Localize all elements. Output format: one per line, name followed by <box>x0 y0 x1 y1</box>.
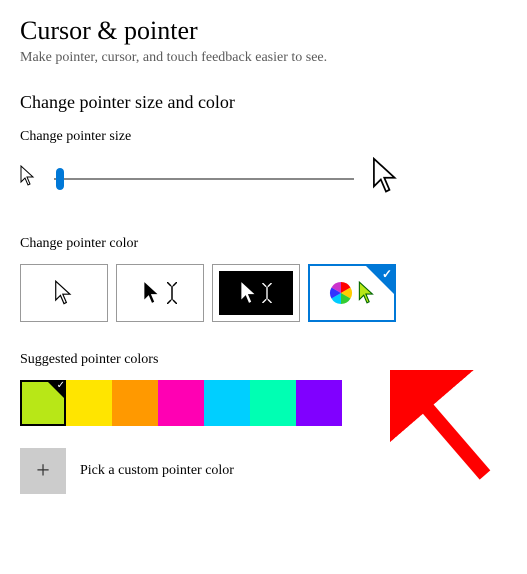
pointer-size-slider[interactable] <box>54 178 354 180</box>
color-swatch-4[interactable] <box>204 380 250 426</box>
add-custom-color-button[interactable]: + <box>20 448 66 494</box>
suggested-colors-label: Suggested pointer colors <box>20 352 507 368</box>
pointer-size-label: Change pointer size <box>20 129 507 145</box>
plus-icon: + <box>36 458 50 485</box>
suggested-colors <box>20 380 507 426</box>
color-swatch-1[interactable] <box>66 380 112 426</box>
page-subtitle: Make pointer, cursor, and touch feedback… <box>20 50 507 66</box>
color-wheel-icon <box>328 280 354 306</box>
pointer-color-options <box>20 264 507 322</box>
cursor-large-icon <box>372 157 400 200</box>
section-size-color: Change pointer size and color <box>20 92 507 113</box>
color-swatch-2[interactable] <box>112 380 158 426</box>
pointer-color-label: Change pointer color <box>20 236 507 252</box>
cursor-small-icon <box>20 165 36 192</box>
color-swatch-0[interactable] <box>20 380 66 426</box>
pointer-color-inverted[interactable] <box>212 264 300 322</box>
pointer-size-row <box>20 157 507 200</box>
swatch-check-icon <box>46 380 66 400</box>
color-swatch-5[interactable] <box>250 380 296 426</box>
slider-thumb[interactable] <box>56 168 64 190</box>
pointer-color-white[interactable] <box>20 264 108 322</box>
pointer-color-black[interactable] <box>116 264 204 322</box>
custom-color-label: Pick a custom pointer color <box>80 463 234 479</box>
custom-color-row: + Pick a custom pointer color <box>20 448 507 494</box>
page-title: Cursor & pointer <box>20 16 507 46</box>
color-swatch-6[interactable] <box>296 380 342 426</box>
color-swatch-3[interactable] <box>158 380 204 426</box>
selected-check-icon <box>366 266 394 294</box>
pointer-color-custom[interactable] <box>308 264 396 322</box>
